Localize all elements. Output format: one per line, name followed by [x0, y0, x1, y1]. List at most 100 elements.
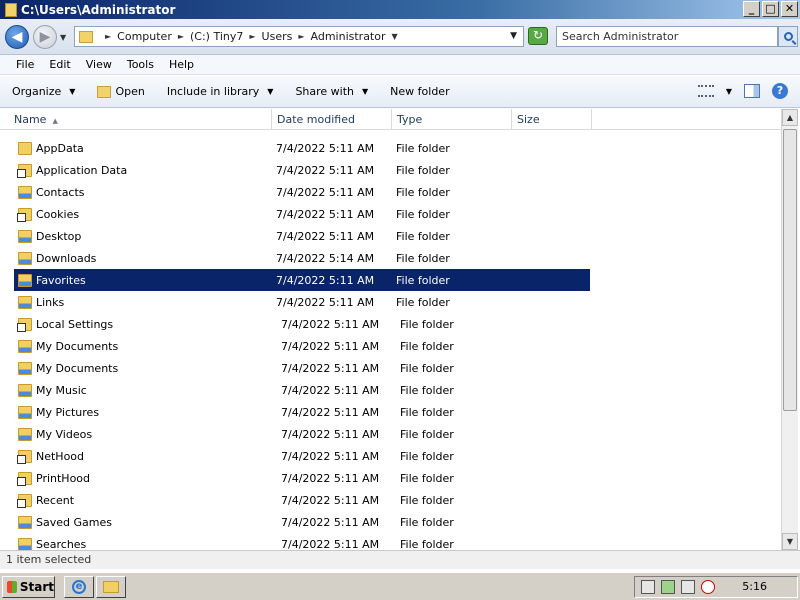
file-row-application-data[interactable]: Application Data 7/4/2022 5:11 AM File f…	[14, 159, 590, 181]
forward-button[interactable]: ▶	[33, 25, 57, 49]
file-name: Downloads	[36, 251, 97, 265]
chevron-down-icon[interactable]: ▼	[726, 87, 732, 96]
vertical-scrollbar[interactable]: ▲ ▼	[781, 109, 798, 550]
file-row-local-settings[interactable]: Local Settings 7/4/2022 5:11 AM File fol…	[14, 313, 590, 335]
view-controls: ▼ ?	[697, 83, 788, 99]
chevron-right-icon[interactable]: ►	[178, 32, 184, 41]
recent-pages-dropdown[interactable]: ▼	[60, 33, 66, 42]
file-date: 7/4/2022 5:11 AM	[276, 207, 375, 221]
power-icon[interactable]	[661, 580, 675, 594]
file-type: File folder	[400, 339, 454, 353]
file-name: Favorites	[36, 273, 86, 287]
chevron-right-icon[interactable]: ►	[298, 32, 304, 41]
chevron-down-icon: ▼	[362, 87, 369, 96]
column-name-label: Name	[14, 113, 47, 126]
favorites-folder-icon	[18, 273, 32, 287]
preview-pane-icon[interactable]	[744, 84, 760, 98]
file-row-saved-games[interactable]: Saved Games 7/4/2022 5:11 AM File folder	[14, 511, 590, 533]
file-type: File folder	[400, 537, 454, 551]
volume-muted-icon[interactable]	[701, 580, 715, 594]
file-row-contacts[interactable]: Contacts 7/4/2022 5:11 AM File folder	[14, 181, 590, 203]
new-folder-label: New folder	[390, 85, 450, 98]
documents-folder-icon	[18, 361, 32, 375]
breadcrumb-computer[interactable]: Computer	[117, 30, 172, 43]
menu-edit[interactable]: Edit	[49, 58, 70, 71]
breadcrumb-drive[interactable]: (C:) Tiny7	[190, 30, 243, 43]
include-label: Include in library	[166, 85, 260, 98]
windows-logo-icon	[7, 581, 17, 593]
organize-button[interactable]: Organize ▼	[12, 85, 75, 98]
file-row-printhood[interactable]: PrintHood 7/4/2022 5:11 AM File folder	[14, 467, 590, 489]
file-list[interactable]: AppData 7/4/2022 5:11 AM File folder App…	[0, 131, 781, 550]
breadcrumb-users[interactable]: Users	[262, 30, 293, 43]
close-button[interactable]: ✕	[781, 1, 798, 17]
file-type: File folder	[396, 229, 450, 243]
scroll-up-button[interactable]: ▲	[782, 109, 798, 126]
file-row-cookies[interactable]: Cookies 7/4/2022 5:11 AM File folder	[14, 203, 590, 225]
file-row-links[interactable]: Links 7/4/2022 5:11 AM File folder	[14, 291, 590, 313]
file-row-my-documents[interactable]: My Documents 7/4/2022 5:11 AM File folde…	[14, 335, 590, 357]
title-bar[interactable]: C:\Users\Administrator _ □ ✕	[0, 0, 800, 19]
file-row-desktop[interactable]: Desktop 7/4/2022 5:11 AM File folder	[14, 225, 590, 247]
file-date: 7/4/2022 5:11 AM	[276, 295, 375, 309]
address-bar[interactable]: ► Computer ► (C:) Tiny7 ► Users ► Admini…	[74, 26, 524, 47]
refresh-button[interactable]: ↻	[528, 27, 548, 45]
address-dropdown-button[interactable]: ▼	[510, 31, 517, 41]
menu-tools[interactable]: Tools	[127, 58, 154, 71]
file-type: File folder	[400, 361, 454, 375]
file-name: My Videos	[36, 427, 93, 441]
search-input[interactable]: Search Administrator	[556, 26, 778, 47]
column-header-type[interactable]: Type	[392, 109, 512, 130]
breadcrumb-administrator[interactable]: Administrator	[311, 30, 386, 43]
menu-view[interactable]: View	[86, 58, 112, 71]
file-type: File folder	[400, 405, 454, 419]
views-icon[interactable]	[697, 85, 714, 97]
internet-explorer-button[interactable]: e	[64, 576, 94, 598]
scroll-down-button[interactable]: ▼	[782, 533, 798, 550]
new-folder-button[interactable]: New folder	[390, 85, 449, 98]
network-icon[interactable]	[681, 580, 695, 594]
status-bar: 1 item selected	[0, 550, 800, 569]
file-row-favorites-selected[interactable]: Favorites 7/4/2022 5:11 AM File folder	[13, 268, 591, 292]
file-row-nethood[interactable]: NetHood 7/4/2022 5:11 AM File folder	[14, 445, 590, 467]
file-type: File folder	[396, 141, 450, 155]
column-header-date[interactable]: Date modified	[272, 109, 392, 130]
menu-help[interactable]: Help	[169, 58, 194, 71]
chevron-right-icon[interactable]: ►	[249, 32, 255, 41]
open-button[interactable]: Open	[97, 85, 145, 98]
minimize-button[interactable]: _	[743, 1, 760, 17]
action-center-icon[interactable]	[641, 580, 655, 594]
include-in-library-button[interactable]: Include in library ▼	[167, 85, 274, 98]
column-header-size[interactable]: Size	[512, 109, 592, 130]
file-row-recent[interactable]: Recent 7/4/2022 5:11 AM File folder	[14, 489, 590, 511]
file-row-downloads[interactable]: Downloads 7/4/2022 5:14 AM File folder	[14, 247, 590, 269]
file-row-my-pictures[interactable]: My Pictures 7/4/2022 5:11 AM File folder	[14, 401, 590, 423]
column-header-row: Name ▲ Date modified Type Size	[0, 109, 781, 130]
file-type: File folder	[400, 449, 454, 463]
chevron-right-icon[interactable]: ►	[105, 32, 111, 41]
file-date: 7/4/2022 5:11 AM	[281, 537, 380, 551]
file-row-my-documents-2[interactable]: My Documents 7/4/2022 5:11 AM File folde…	[14, 357, 590, 379]
file-date: 7/4/2022 5:11 AM	[281, 427, 380, 441]
search-button[interactable]	[778, 26, 798, 47]
file-row-my-videos[interactable]: My Videos 7/4/2022 5:11 AM File folder	[14, 423, 590, 445]
back-button[interactable]: ◀	[5, 25, 29, 49]
file-date: 7/4/2022 5:11 AM	[281, 493, 380, 507]
file-row-searches[interactable]: Searches 7/4/2022 5:11 AM File folder	[14, 533, 590, 550]
menu-file[interactable]: File	[16, 58, 34, 71]
file-row-my-music[interactable]: My Music 7/4/2022 5:11 AM File folder	[14, 379, 590, 401]
maximize-button[interactable]: □	[762, 1, 779, 17]
file-name: Local Settings	[36, 317, 114, 331]
share-with-button[interactable]: Share with ▼	[295, 85, 368, 98]
file-type: File folder	[400, 493, 454, 507]
scroll-thumb[interactable]	[783, 129, 797, 411]
windows-explorer-button[interactable]	[96, 576, 126, 598]
column-header-name[interactable]: Name ▲	[9, 109, 272, 130]
start-button[interactable]: Start	[2, 576, 55, 598]
help-icon[interactable]: ?	[772, 83, 788, 99]
clock[interactable]: 5:16	[742, 580, 767, 593]
file-name: Saved Games	[36, 515, 112, 529]
chevron-down-icon[interactable]: ▼	[392, 32, 398, 41]
file-row-appdata[interactable]: AppData 7/4/2022 5:11 AM File folder	[14, 137, 590, 159]
menu-bar: File Edit View Tools Help	[0, 55, 800, 75]
